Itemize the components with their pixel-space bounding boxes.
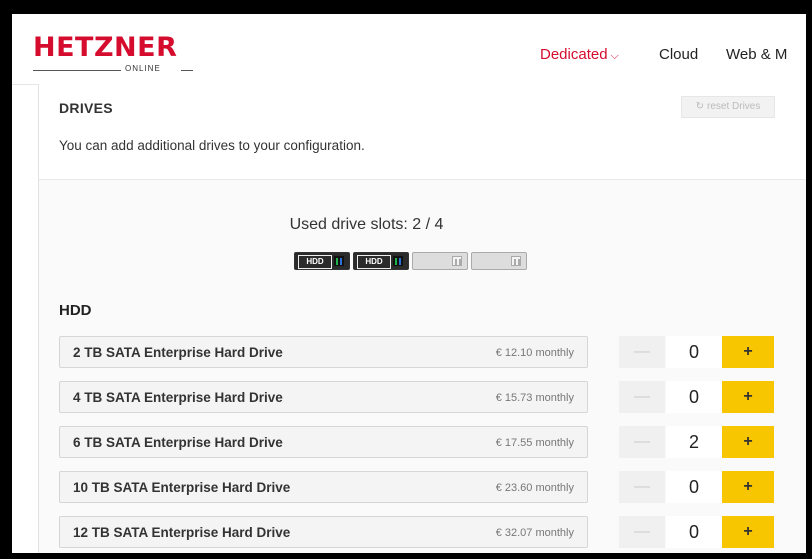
drive-price: € 17.55 monthly: [495, 437, 574, 449]
drive-slot-3: [412, 252, 468, 270]
increase-button[interactable]: +: [722, 426, 774, 458]
drive-option: 10 TB SATA Enterprise Hard Drive € 23.60…: [59, 471, 588, 503]
increase-button[interactable]: +: [722, 381, 774, 413]
quantity-value: 0: [666, 471, 722, 503]
decrease-button[interactable]: —: [619, 471, 665, 503]
drive-option: 12 TB SATA Enterprise Hard Drive € 32.07…: [59, 516, 588, 548]
drive-row: 12 TB SATA Enterprise Hard Drive € 32.07…: [59, 516, 775, 548]
drive-slot-1: HDD: [294, 252, 350, 270]
refresh-icon: ↻: [695, 101, 705, 112]
drive-price: € 32.07 monthly: [495, 527, 574, 539]
logo-rule-right: [181, 70, 193, 71]
drive-name: 12 TB SATA Enterprise Hard Drive: [73, 525, 291, 540]
slot-label: HDD: [298, 255, 332, 269]
logo-rule-left: [33, 70, 121, 71]
drives-section: DRIVES ↻ reset Drives You can add additio…: [38, 84, 806, 553]
section-description: You can add additional drives to your co…: [59, 138, 365, 153]
drive-option: 2 TB SATA Enterprise Hard Drive € 12.10 …: [59, 336, 588, 368]
site-header: HETZNER ONLINE Dedicated ⌵ Cloud Web & M: [12, 14, 806, 85]
drive-config-area: Used drive slots: 2 / 4 HDD HDD HDD 2 TB…: [39, 180, 806, 553]
slot-led-icon: [511, 256, 521, 266]
drive-price: € 12.10 monthly: [495, 347, 574, 359]
drive-name: 2 TB SATA Enterprise Hard Drive: [73, 345, 283, 360]
drive-name: 6 TB SATA Enterprise Hard Drive: [73, 435, 283, 450]
drive-slot-4: [471, 252, 527, 270]
drive-slots-indicator: HDD HDD: [294, 252, 527, 272]
drive-price: € 15.73 monthly: [495, 392, 574, 404]
drive-row: 6 TB SATA Enterprise Hard Drive € 17.55 …: [59, 426, 775, 458]
slot-label: HDD: [357, 255, 391, 269]
hdd-group-title: HDD: [59, 302, 92, 319]
drive-row: 2 TB SATA Enterprise Hard Drive € 12.10 …: [59, 336, 775, 368]
slot-led-icon: [393, 256, 403, 266]
drive-name: 4 TB SATA Enterprise Hard Drive: [73, 390, 283, 405]
nav-dedicated[interactable]: Dedicated ⌵: [540, 46, 619, 63]
drive-option: 4 TB SATA Enterprise Hard Drive € 15.73 …: [59, 381, 588, 413]
drive-name: 10 TB SATA Enterprise Hard Drive: [73, 480, 291, 495]
nav-cloud[interactable]: Cloud: [659, 46, 698, 63]
decrease-button[interactable]: —: [619, 516, 665, 548]
hetzner-logo[interactable]: HETZNER ONLINE: [33, 34, 193, 74]
decrease-button[interactable]: —: [619, 426, 665, 458]
quantity-value: 2: [666, 426, 722, 458]
slot-led-icon: [452, 256, 462, 266]
increase-button[interactable]: +: [722, 471, 774, 503]
drive-slot-2: HDD: [353, 252, 409, 270]
nav-web-hosting[interactable]: Web & M: [726, 46, 787, 63]
reset-drives-label: reset Drives: [707, 101, 761, 112]
quantity-value: 0: [666, 336, 722, 368]
chevron-down-icon: ⌵: [610, 50, 619, 62]
reset-drives-button[interactable]: ↻ reset Drives: [681, 96, 775, 118]
increase-button[interactable]: +: [722, 516, 774, 548]
drive-row: 4 TB SATA Enterprise Hard Drive € 15.73 …: [59, 381, 775, 413]
drive-price: € 23.60 monthly: [495, 482, 574, 494]
decrease-button[interactable]: —: [619, 381, 665, 413]
section-title: DRIVES: [59, 100, 113, 116]
increase-button[interactable]: +: [722, 336, 774, 368]
drive-option: 6 TB SATA Enterprise Hard Drive € 17.55 …: [59, 426, 588, 458]
drive-row: 10 TB SATA Enterprise Hard Drive € 23.60…: [59, 471, 775, 503]
quantity-value: 0: [666, 516, 722, 548]
browser-viewport: HETZNER ONLINE Dedicated ⌵ Cloud Web & M …: [12, 14, 806, 553]
drive-slots-label: Used drive slots: 2 / 4: [289, 216, 444, 233]
logo-text: HETZNER: [33, 32, 178, 63]
decrease-button[interactable]: —: [619, 336, 665, 368]
logo-subtext: ONLINE: [125, 64, 161, 73]
quantity-value: 0: [666, 381, 722, 413]
nav-dedicated-label: Dedicated: [540, 46, 608, 63]
slot-led-icon: [334, 256, 344, 266]
